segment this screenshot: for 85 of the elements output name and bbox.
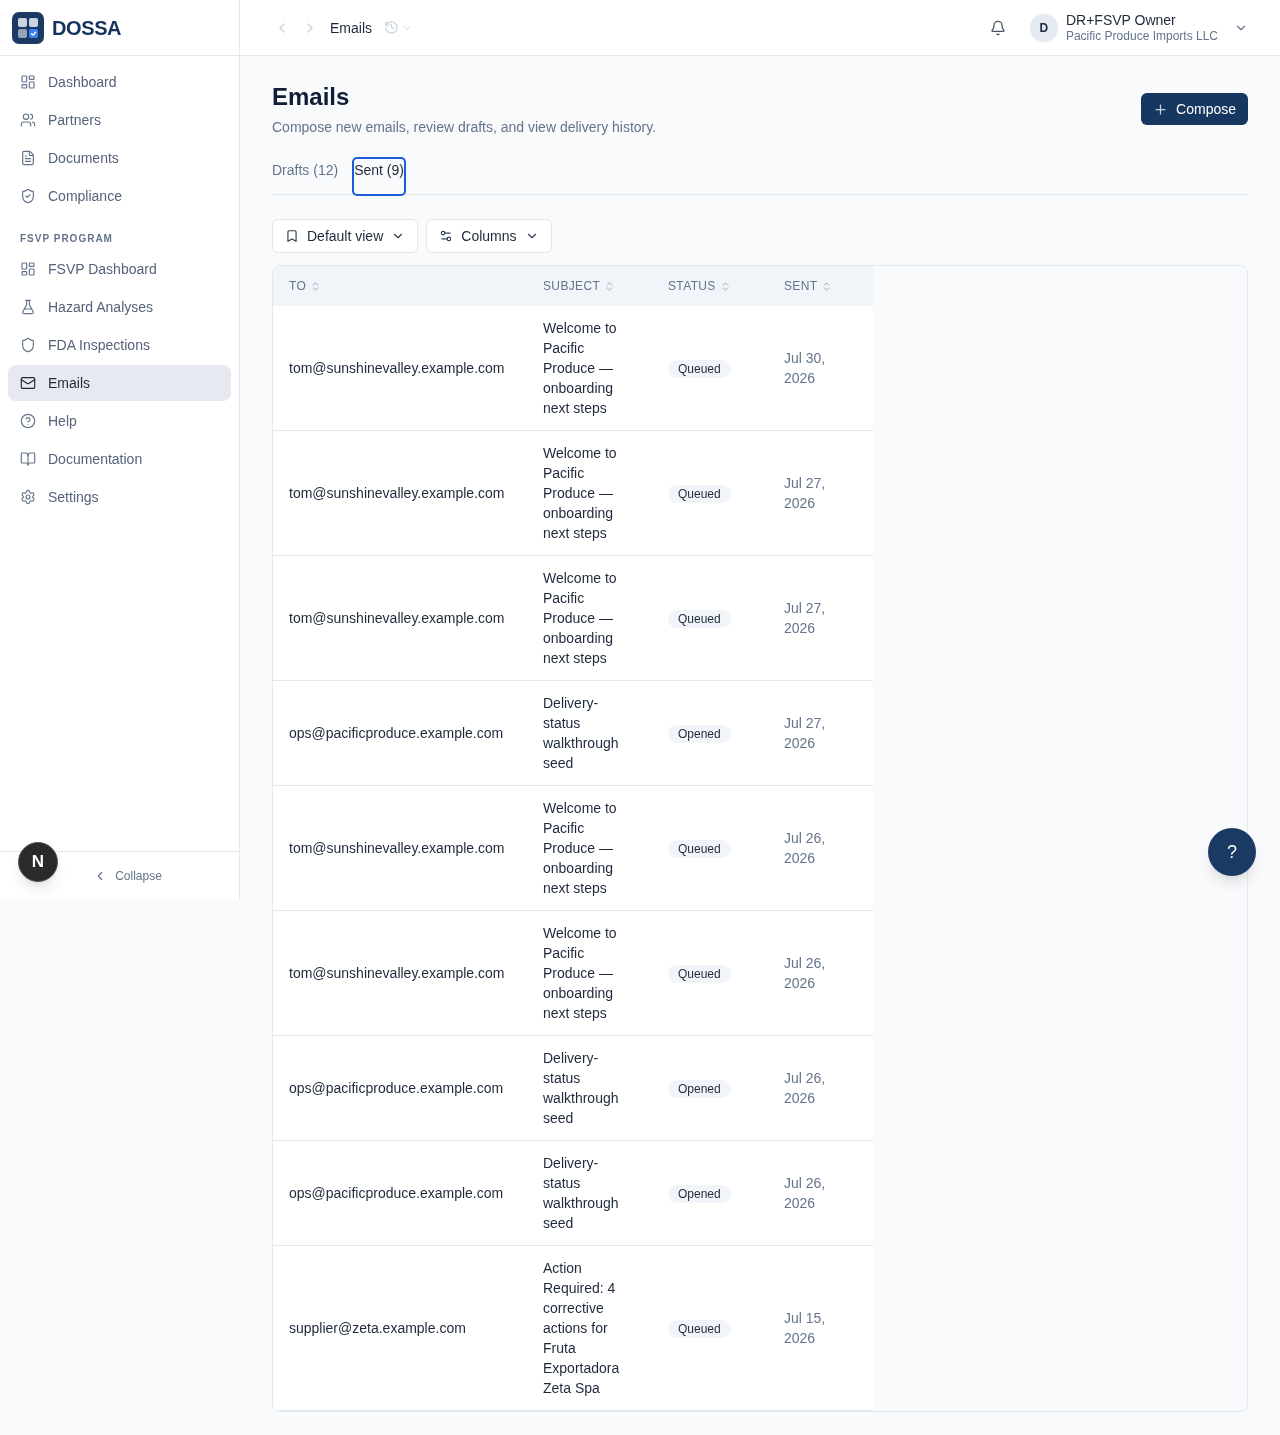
mail-icon: [20, 375, 36, 391]
status-badge: Queued: [668, 1320, 731, 1338]
shield-check-icon: [20, 188, 36, 204]
nav-item[interactable]: Compliance: [8, 178, 231, 214]
status-badge: Queued: [668, 840, 731, 858]
page-title: Emails: [272, 82, 351, 112]
help-button[interactable]: ?: [1208, 828, 1256, 876]
book-icon: [20, 451, 36, 467]
status-badge: Opened: [668, 725, 731, 743]
column-header[interactable]: SENT: [784, 278, 833, 294]
settings-icon: [20, 489, 36, 505]
column-header[interactable]: SUBJECT: [543, 278, 616, 294]
recipient-cell: tom@sunshinevalley.example.com: [289, 840, 505, 856]
nav-item[interactable]: FSVP Dashboard: [8, 251, 231, 287]
recipient-cell: tom@sunshinevalley.example.com: [289, 965, 505, 981]
people-icon: [20, 112, 36, 128]
collapse-button[interactable]: Collapse: [77, 868, 162, 884]
recipient-cell: tom@sunshinevalley.example.com: [289, 360, 505, 376]
tab[interactable]: Drafts (12): [272, 159, 339, 194]
user-name: DR+FSVP Owner: [1065, 11, 1176, 28]
user-organization: Pacific Produce Imports LLC: [1065, 27, 1218, 44]
date-cell-text: Jul 27, 2026: [784, 599, 827, 638]
date-cell-text: Jul 27, 2026: [784, 474, 827, 513]
date-cell-text: Jul 26, 2026: [784, 954, 827, 993]
date-cell-text: Jul 26, 2026: [784, 1174, 827, 1213]
status-badge: Queued: [668, 360, 731, 378]
subject-cell-text: Welcome to Pacific Produce — onboarding next steps: [543, 444, 618, 543]
tab[interactable]: Sent (9): [354, 159, 404, 194]
user-menu-button[interactable]: D DR+FSVP Owner Pacific Produce Imports LLC: [1029, 11, 1248, 44]
recipient-cell: ops@pacificproduce.example.com: [289, 1080, 504, 1096]
date-cell-text: Jul 15, 2026: [784, 1309, 827, 1348]
nav-item[interactable]: Hazard Analyses: [8, 289, 231, 325]
history-button[interactable]: [384, 20, 413, 35]
status-badge: Opened: [668, 1080, 731, 1098]
subject-cell-text: Welcome to Pacific Produce — onboarding next steps: [543, 924, 618, 1023]
shield-icon: [20, 337, 36, 353]
recipient-cell: supplier@zeta.example.com: [289, 1320, 466, 1336]
help-icon: [20, 413, 36, 429]
columns-button[interactable]: Columns: [426, 219, 552, 253]
bookmark-icon: [285, 229, 299, 243]
logo-icon: [12, 11, 44, 44]
history-icon: [384, 20, 399, 35]
status-badge: Queued: [668, 610, 731, 628]
subject-cell-text: Delivery-status walkthrough seed: [543, 1049, 620, 1128]
subject-cell-text: Delivery-status walkthrough seed: [543, 1154, 620, 1233]
nav-item[interactable]: Documentation: [8, 441, 231, 477]
recipient-cell: tom@sunshinevalley.example.com: [289, 485, 505, 501]
view-select-button[interactable]: Default view: [272, 219, 419, 253]
status-badge: Queued: [668, 485, 731, 503]
nav-item[interactable]: FDA Inspections: [8, 327, 231, 363]
date-cell-text: Jul 26, 2026: [784, 1069, 827, 1108]
nav-item[interactable]: Documents: [8, 140, 231, 176]
nav-item[interactable]: Partners: [8, 102, 231, 138]
dashboard-icon: [20, 261, 36, 277]
status-badge: Queued: [668, 965, 731, 983]
status-badge: Opened: [668, 1185, 731, 1203]
section-heading: FSVP PROGRAM: [19, 232, 114, 246]
document-icon: [20, 150, 36, 166]
sliders-icon: [439, 229, 454, 243]
nav-item[interactable]: Emails: [8, 365, 231, 401]
brand-name: DOSSA: [52, 15, 122, 41]
recipient-cell: ops@pacificproduce.example.com: [289, 725, 504, 741]
flask-icon: [20, 299, 36, 315]
date-cell-text: Jul 30, 2026: [784, 349, 827, 388]
date-cell-text: Jul 27, 2026: [784, 714, 827, 753]
subject-cell-text: Welcome to Pacific Produce — onboarding next steps: [543, 569, 618, 668]
nav-item[interactable]: Help: [8, 403, 231, 439]
compose-button[interactable]: Compose: [1141, 93, 1248, 125]
page-subtitle: Compose new emails, review drafts, and view delivery history.: [272, 118, 657, 137]
plus-icon: [1153, 101, 1169, 117]
date-cell-text: Jul 26, 2026: [784, 829, 827, 868]
dashboard-icon: [20, 74, 36, 90]
recipient-cell: ops@pacificproduce.example.com: [289, 1185, 504, 1201]
subject-cell-text: Welcome to Pacific Produce — onboarding next steps: [543, 319, 618, 418]
user-avatar: D: [1029, 13, 1058, 42]
subject-cell-text: Delivery-status walkthrough seed: [543, 694, 620, 773]
nav-item[interactable]: Settings: [8, 479, 231, 515]
recipient-cell: tom@sunshinevalley.example.com: [289, 610, 505, 626]
column-header[interactable]: TO: [289, 278, 322, 294]
subject-cell-text: Welcome to Pacific Produce — onboarding next steps: [543, 799, 618, 898]
bell-icon: [989, 19, 1006, 36]
nav-item[interactable]: Dashboard: [8, 64, 231, 100]
breadcrumb-current: Emails: [330, 18, 372, 38]
column-header[interactable]: STATUS: [668, 278, 731, 294]
subject-cell-text: Action Required: 4 corrective actions for Fruta Exportadora Zeta Spa: [543, 1259, 621, 1398]
